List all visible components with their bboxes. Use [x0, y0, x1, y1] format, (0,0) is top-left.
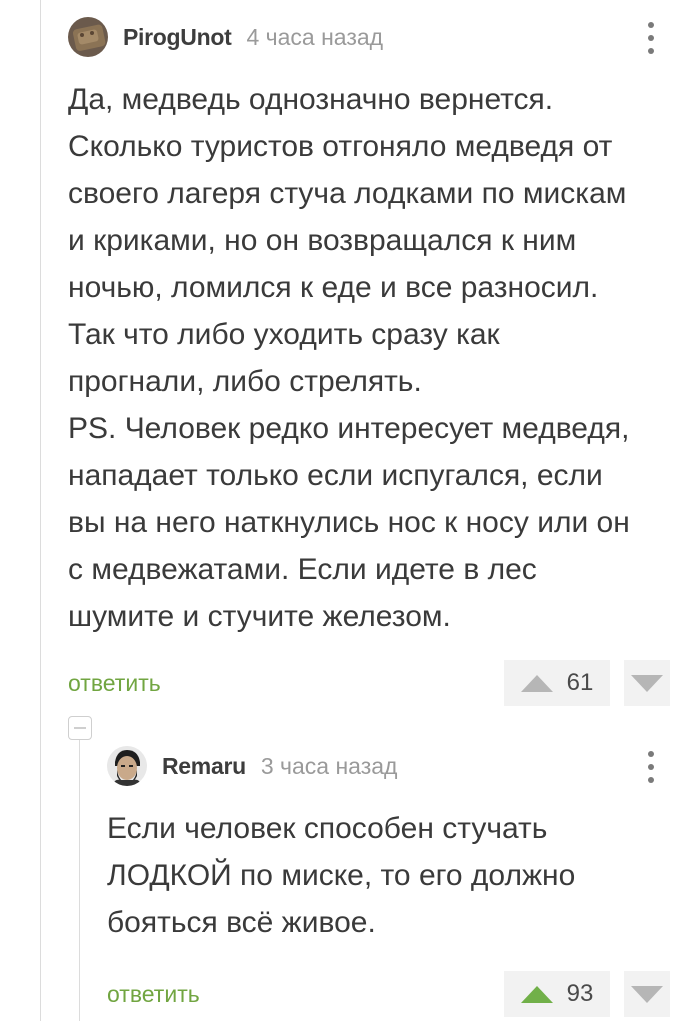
avatar[interactable]	[107, 746, 147, 786]
collapse-minus-icon	[74, 727, 86, 729]
comment-header: PirogUnot 4 часа назад	[68, 16, 684, 58]
author-name[interactable]: PirogUnot	[123, 24, 232, 51]
more-vertical-icon[interactable]	[646, 751, 656, 783]
rating-block: 93	[504, 971, 610, 1017]
downvote-button[interactable]	[624, 971, 670, 1017]
comment-time: 4 часа назад	[246, 23, 384, 50]
downvote-icon	[631, 985, 663, 1003]
comment-text: Да, медведь однозначно вернется. Сколько…	[68, 83, 630, 633]
rating-count: 93	[566, 980, 594, 1007]
reply-button[interactable]: ответить	[68, 670, 161, 697]
collapse-thread-button[interactable]	[68, 716, 92, 740]
downvote-button[interactable]	[624, 660, 670, 706]
comment-time: 3 часа назад	[260, 752, 398, 779]
rating-count: 61	[566, 669, 594, 696]
comment: Remaru 3 часа назад Если человек способе…	[107, 745, 684, 1017]
comment-header: Remaru 3 часа назад	[107, 745, 684, 787]
rating-block: 61	[504, 660, 610, 706]
downvote-icon	[631, 674, 663, 692]
reply-thread-line	[79, 740, 80, 1021]
reply-button[interactable]: ответить	[107, 981, 200, 1008]
comment-footer: ответить 93	[107, 971, 684, 1017]
author-name[interactable]: Remaru	[162, 753, 246, 780]
comment: PirogUnot 4 часа назад Да, медведь одноз…	[68, 16, 684, 706]
comment-text: Если человек способен стучать ЛОДКОЙ по …	[107, 812, 576, 939]
comment-footer: ответить 61	[68, 660, 684, 706]
upvote-icon[interactable]	[520, 674, 553, 692]
upvote-icon[interactable]	[520, 985, 553, 1003]
more-vertical-icon[interactable]	[646, 22, 656, 54]
thread-line	[40, 0, 41, 1021]
avatar[interactable]	[68, 17, 108, 57]
